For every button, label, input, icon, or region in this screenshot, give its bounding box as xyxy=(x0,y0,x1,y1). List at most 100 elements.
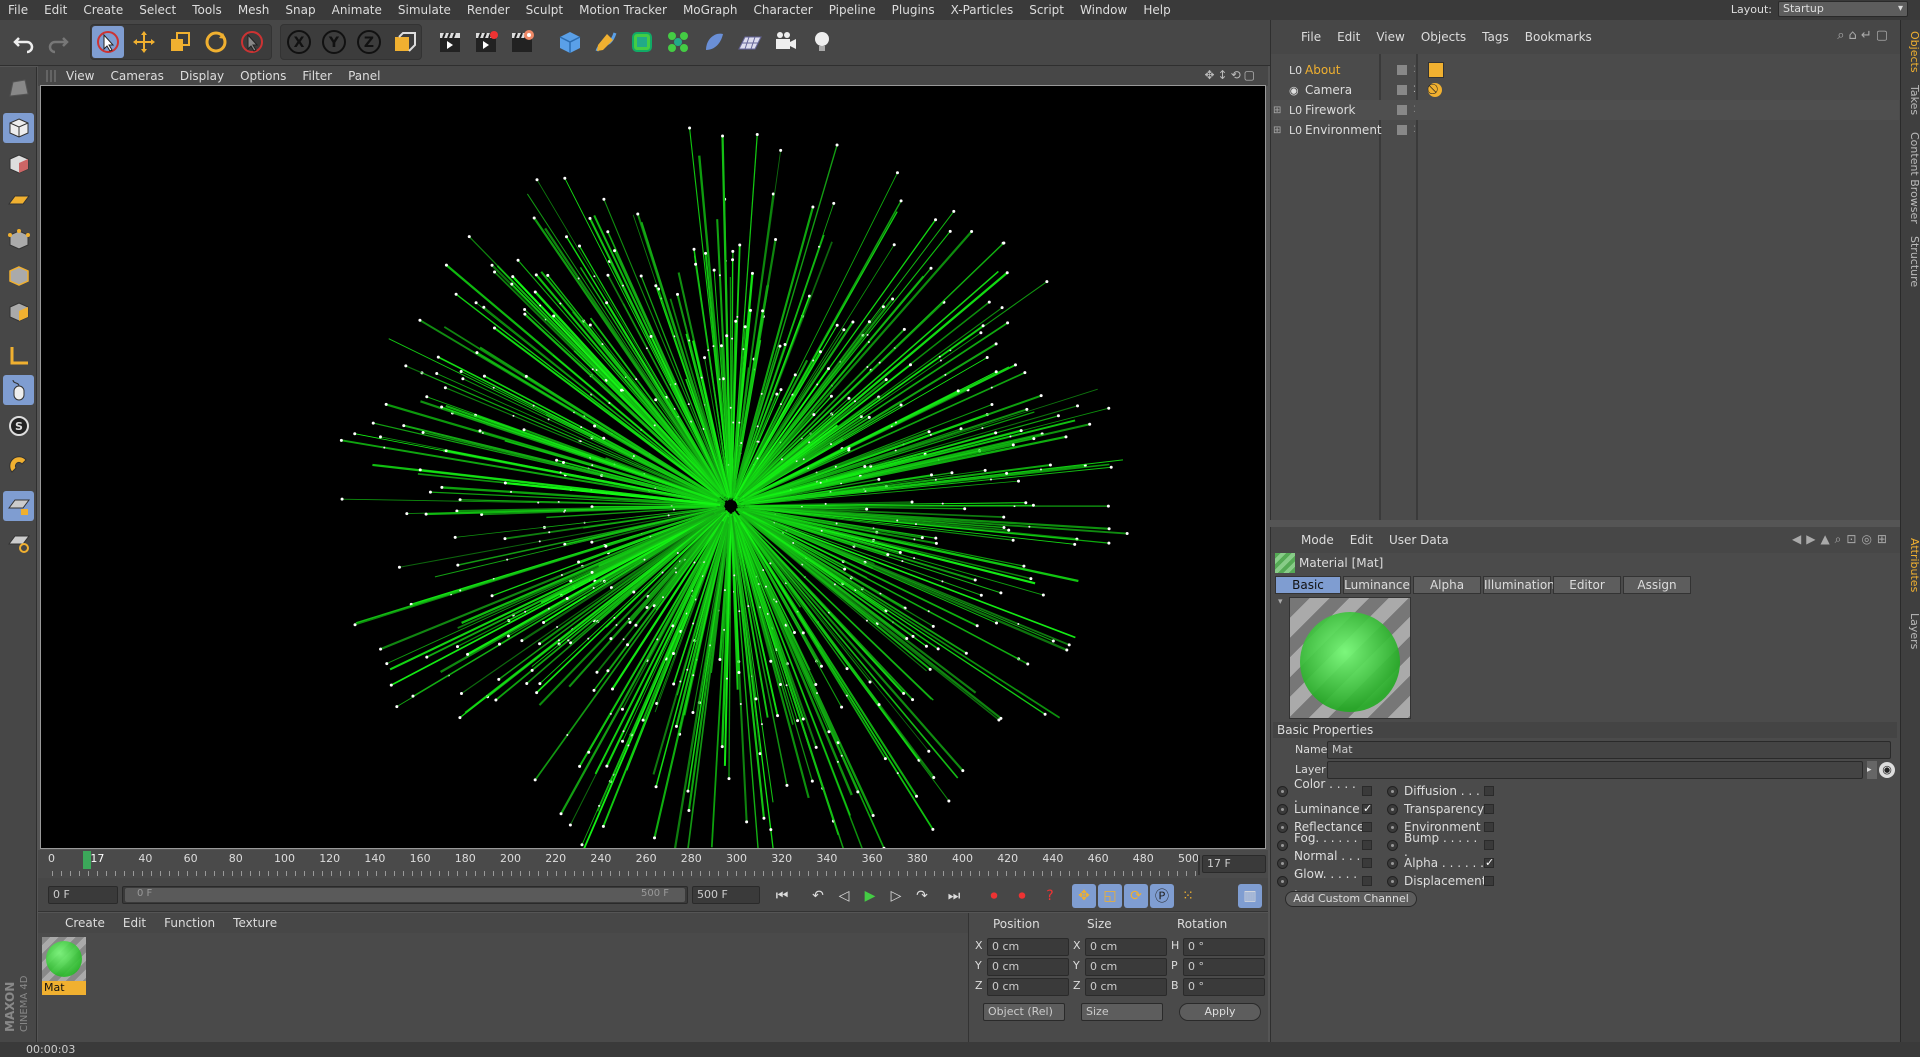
protection-tag-icon[interactable]: ⃠ xyxy=(1427,83,1442,97)
vtab-layers[interactable]: Layers xyxy=(1901,606,1920,656)
material-swatch-mat[interactable]: Mat xyxy=(42,937,86,995)
visibility-dots[interactable]: ⁚ xyxy=(1413,125,1416,135)
polygons-mode-button[interactable] xyxy=(3,297,34,327)
channel-checkbox[interactable] xyxy=(1484,822,1494,832)
playhead[interactable] xyxy=(82,851,91,869)
channel-checkbox[interactable] xyxy=(1484,840,1494,850)
max-frame-field[interactable]: 500 F xyxy=(692,886,760,904)
visibility-toggle[interactable] xyxy=(1397,125,1407,135)
attr-menu-edit[interactable]: Edit xyxy=(1342,533,1381,547)
coordinate-system-button[interactable] xyxy=(388,26,420,58)
size-z-field[interactable]: 0 cm xyxy=(1085,978,1167,996)
menu-edit[interactable]: Edit xyxy=(36,0,75,20)
render-picture-viewer-button[interactable] xyxy=(470,26,502,58)
key-pla-button[interactable]: ⁙ xyxy=(1176,884,1200,908)
last-tool-button[interactable] xyxy=(236,26,268,58)
camera-object-button[interactable] xyxy=(770,26,802,58)
render-settings-button[interactable] xyxy=(506,26,538,58)
channel-color[interactable]: Color . . . . . xyxy=(1277,777,1372,805)
layout-select[interactable]: Startup xyxy=(1778,1,1908,17)
channel-checkbox[interactable] xyxy=(1362,822,1372,832)
channel-diffusion[interactable]: Diffusion . . . xyxy=(1387,782,1494,800)
goto-end-button[interactable]: ⏭ xyxy=(942,884,966,908)
key-position-button[interactable]: ✥ xyxy=(1072,884,1096,908)
light-object-button[interactable] xyxy=(806,26,838,58)
tab-editor[interactable]: Editor xyxy=(1553,576,1621,594)
channel-checkbox[interactable]: ✓ xyxy=(1362,803,1372,814)
x-axis-button[interactable]: X xyxy=(283,26,315,58)
channel-checkbox[interactable] xyxy=(1484,786,1494,796)
cloner-button[interactable] xyxy=(662,26,694,58)
layer-field[interactable] xyxy=(1327,761,1863,779)
object-row-about[interactable]: L0 About ⁚ xyxy=(1273,60,1899,80)
attr-menu-user-data[interactable]: User Data xyxy=(1381,533,1457,547)
menu-select[interactable]: Select xyxy=(131,0,184,20)
position-y-field[interactable]: 0 cm xyxy=(987,958,1069,976)
vtab-takes[interactable]: Takes xyxy=(1901,80,1920,120)
menu-render[interactable]: Render xyxy=(459,0,518,20)
object-name[interactable]: Camera xyxy=(1305,83,1389,97)
viewport-menu-display[interactable]: Display xyxy=(172,69,232,83)
channel-displacement[interactable]: Displacement xyxy=(1387,872,1494,890)
viewport-menu-cameras[interactable]: Cameras xyxy=(102,69,171,83)
visibility-dots[interactable]: ⁚ xyxy=(1413,65,1416,75)
coord-mode-select[interactable]: Object (Rel) xyxy=(983,1003,1065,1021)
edges-mode-button[interactable] xyxy=(3,261,34,291)
workplane-alt-button[interactable] xyxy=(3,527,34,557)
apply-button[interactable]: Apply xyxy=(1179,1003,1261,1021)
menu-help[interactable]: Help xyxy=(1135,0,1178,20)
menu-script[interactable]: Script xyxy=(1021,0,1072,20)
visibility-dots[interactable]: ⁚ xyxy=(1413,85,1416,95)
viewport-menu-filter[interactable]: Filter xyxy=(294,69,340,83)
attr-menu-mode[interactable]: Mode xyxy=(1293,533,1342,547)
object-row-environment[interactable]: ⊞ L0 Environment ⁚ xyxy=(1273,120,1899,140)
animation-radio[interactable] xyxy=(1277,857,1288,869)
object-row-camera[interactable]: ◉ Camera ⁚ ⃠ xyxy=(1273,80,1899,100)
viewport-drag-handle[interactable] xyxy=(46,70,56,82)
menu-pipeline[interactable]: Pipeline xyxy=(821,0,884,20)
vtab-attributes[interactable]: Attributes xyxy=(1901,530,1920,600)
viewport-menu-options[interactable]: Options xyxy=(232,69,294,83)
add-custom-channel-button[interactable]: Add Custom Channel xyxy=(1285,891,1417,907)
key-parameter-button[interactable]: Ⓟ xyxy=(1150,884,1174,908)
menu-window[interactable]: Window xyxy=(1072,0,1135,20)
attribute-nav-icons[interactable]: ◀▶▲⌕⊡◎⊞ xyxy=(1792,532,1892,547)
next-frame-button[interactable]: ▷ xyxy=(884,884,908,908)
animation-radio[interactable] xyxy=(1387,785,1398,797)
rotation-p-field[interactable]: 0 ° xyxy=(1183,958,1265,976)
vtab-structure[interactable]: Structure xyxy=(1901,232,1920,292)
name-field[interactable]: Mat xyxy=(1327,741,1891,759)
tab-assign[interactable]: Assign xyxy=(1623,576,1691,594)
channel-alpha[interactable]: Alpha . . . . . . ✓ xyxy=(1387,854,1494,872)
goto-start-button[interactable]: ⏮ xyxy=(770,884,794,908)
axis-mode-button[interactable] xyxy=(3,341,34,371)
animation-radio[interactable] xyxy=(1387,839,1398,851)
menu-snap[interactable]: Snap xyxy=(277,0,323,20)
menu-sculpt[interactable]: Sculpt xyxy=(518,0,571,20)
menu-mesh[interactable]: Mesh xyxy=(230,0,278,20)
menu-tools[interactable]: Tools xyxy=(184,0,230,20)
y-axis-button[interactable]: Y xyxy=(318,26,350,58)
goto-previous-key-button[interactable]: ↶ xyxy=(806,884,830,908)
make-editable-button[interactable] xyxy=(3,73,34,103)
points-mode-button[interactable] xyxy=(3,225,34,255)
material-preview-large[interactable] xyxy=(1289,597,1411,719)
render-view-button[interactable] xyxy=(434,26,466,58)
min-frame-field[interactable]: 0 F xyxy=(48,886,118,904)
autokey-button[interactable]: ⏺ xyxy=(1010,884,1034,908)
animation-radio[interactable] xyxy=(1277,785,1288,797)
position-x-field[interactable]: 0 cm xyxy=(987,938,1069,956)
cube-primitive-button[interactable] xyxy=(554,26,586,58)
magnet-button[interactable] xyxy=(3,451,34,481)
rotate-tool-button[interactable] xyxy=(200,26,232,58)
animation-radio[interactable] xyxy=(1387,875,1398,887)
menu-motion-tracker[interactable]: Motion Tracker xyxy=(571,0,675,20)
channel-checkbox[interactable] xyxy=(1484,876,1494,886)
visibility-toggle[interactable] xyxy=(1397,65,1407,75)
timeline-layout-button[interactable]: ▥ xyxy=(1238,884,1262,908)
channel-checkbox[interactable] xyxy=(1362,786,1372,796)
floor-button[interactable] xyxy=(734,26,766,58)
animation-radio[interactable] xyxy=(1387,857,1398,869)
material-menu-edit[interactable]: Edit xyxy=(114,916,155,930)
timeline-ruler[interactable]: 0 17 40 60 80 100 120 140 160 180 200 220 240 260 280 3… xyxy=(38,850,1268,878)
